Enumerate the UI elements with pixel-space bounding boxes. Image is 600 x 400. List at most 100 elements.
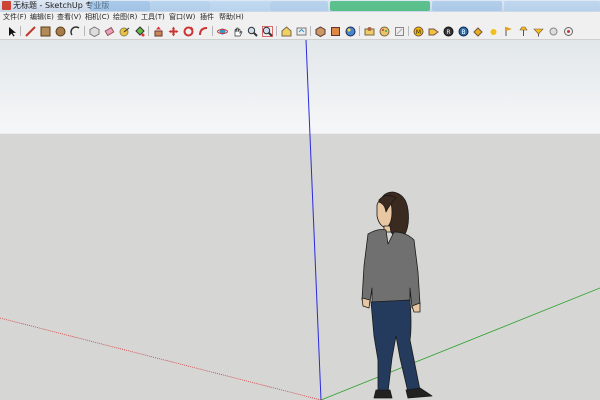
zoom-extents-icon — [261, 25, 273, 37]
main-toolbar: M R B — [0, 23, 600, 40]
flag-button[interactable] — [502, 25, 514, 37]
taskbar-tab — [504, 1, 600, 11]
extension-warehouse-button[interactable] — [329, 25, 341, 37]
ball-button[interactable] — [547, 25, 559, 37]
plugin-b-button[interactable]: B — [457, 25, 469, 37]
zoom-extents-button[interactable] — [261, 25, 273, 37]
circle-tool-button[interactable] — [54, 25, 66, 37]
menu-window[interactable]: 窗口(W) — [169, 12, 195, 23]
rectangle-tool-button[interactable] — [39, 25, 51, 37]
zoom-tool-button[interactable] — [246, 25, 258, 37]
sphere-icon — [490, 28, 496, 35]
line-tool-button[interactable] — [24, 25, 36, 37]
taskbar-tab — [90, 1, 150, 11]
section-plane-icon — [364, 26, 374, 35]
push-pull-button[interactable] — [152, 25, 164, 37]
menu-camera[interactable]: 相机(C) — [85, 12, 109, 23]
plugin-tag-icon — [428, 28, 439, 35]
menu-edit[interactable]: 编辑(E) — [30, 12, 54, 23]
render-icon — [563, 26, 573, 36]
tape-measure-button[interactable] — [118, 25, 130, 37]
rotate-tool-button[interactable] — [182, 25, 194, 37]
title-bar: 无标题 - SketchUp 专业版 — [0, 0, 600, 12]
materials-button[interactable] — [393, 25, 405, 37]
make-component-icon — [89, 25, 99, 37]
menu-plugins[interactable]: 插件 — [200, 12, 214, 23]
follow-me-button[interactable] — [197, 25, 209, 37]
paint-bucket-button[interactable] — [133, 25, 145, 37]
zoom-icon — [247, 26, 258, 37]
sphere-button[interactable] — [487, 25, 499, 37]
arc-icon — [69, 25, 79, 35]
model-axes — [0, 40, 600, 400]
plugin-b-icon: B — [458, 26, 468, 36]
line-icon — [24, 25, 36, 37]
menu-help[interactable]: 帮助(H) — [219, 12, 244, 23]
blue-axis — [305, 40, 322, 400]
drawing-viewport[interactable] — [0, 40, 600, 400]
rotate-icon — [183, 26, 193, 36]
svg-text:M: M — [415, 28, 420, 35]
plugin-hammer-button[interactable] — [472, 25, 484, 37]
menu-tools[interactable]: 工具(T) — [141, 12, 165, 23]
eraser-icon — [104, 26, 114, 36]
bulb-button[interactable] — [532, 25, 544, 37]
extension-warehouse-icon — [330, 26, 340, 36]
warehouse-button[interactable] — [280, 25, 292, 37]
taskbar-tab — [270, 1, 328, 11]
plugin-m-icon: M — [413, 26, 423, 36]
sketchup-app-icon — [2, 1, 11, 10]
taskbar-tab — [150, 1, 210, 11]
menu-file[interactable]: 文件(F) — [3, 12, 27, 23]
paint-bucket-icon — [134, 25, 145, 36]
materials-icon — [394, 26, 404, 36]
pan-tool-button[interactable] — [231, 25, 243, 37]
scale-figure-woman[interactable] — [361, 191, 433, 399]
eraser-tool-button[interactable] — [103, 25, 115, 37]
warehouse-icon — [281, 25, 291, 36]
components-icon — [315, 25, 325, 37]
push-pull-icon — [154, 26, 162, 36]
sandbox-button[interactable] — [344, 25, 356, 37]
pan-icon — [234, 27, 242, 36]
move-icon — [168, 26, 178, 36]
styles-button[interactable] — [378, 25, 390, 37]
taskbar-tab — [330, 1, 430, 11]
arc-tool-button[interactable] — [69, 25, 81, 37]
styles-icon — [379, 26, 389, 36]
select-icon — [8, 26, 16, 36]
svg-text:R: R — [446, 28, 450, 35]
tape-measure-icon — [119, 27, 129, 36]
menu-view[interactable]: 查看(V) — [57, 12, 81, 23]
taskbar-tab — [210, 1, 270, 11]
move-tool-button[interactable] — [167, 25, 179, 37]
plugin-r-icon: R — [443, 26, 453, 36]
menu-bar: 文件(F) 编辑(E) 查看(V) 相机(C) 绘图(R) 工具(T) 窗口(W… — [0, 12, 600, 23]
plugin-tag-button[interactable] — [427, 25, 439, 37]
svg-text:B: B — [461, 28, 465, 35]
rectangle-icon — [40, 26, 50, 36]
sandbox-icon — [345, 26, 355, 36]
orbit-icon — [216, 28, 228, 34]
bulb-icon — [532, 28, 544, 36]
lamp-button[interactable] — [517, 25, 529, 37]
plugin-r-button[interactable]: R — [442, 25, 454, 37]
follow-me-icon — [198, 26, 207, 35]
share-model-button[interactable] — [295, 25, 307, 37]
red-axis — [0, 317, 322, 400]
plugin-hammer-icon — [472, 26, 483, 37]
ball-icon — [549, 27, 557, 35]
components-button[interactable] — [314, 25, 326, 37]
menu-draw[interactable]: 绘图(R) — [113, 12, 137, 23]
make-component-button[interactable] — [88, 25, 100, 37]
lamp-icon — [518, 26, 528, 36]
select-tool-button[interactable] — [6, 25, 18, 37]
section-plane-button[interactable] — [363, 25, 375, 37]
plugin-m-button[interactable]: M — [412, 25, 424, 37]
taskbar-tab — [432, 1, 502, 11]
circle-icon — [55, 26, 65, 36]
share-model-icon — [296, 27, 306, 35]
flag-icon — [505, 26, 512, 36]
orbit-tool-button[interactable] — [216, 25, 228, 37]
render-button[interactable] — [562, 25, 574, 37]
